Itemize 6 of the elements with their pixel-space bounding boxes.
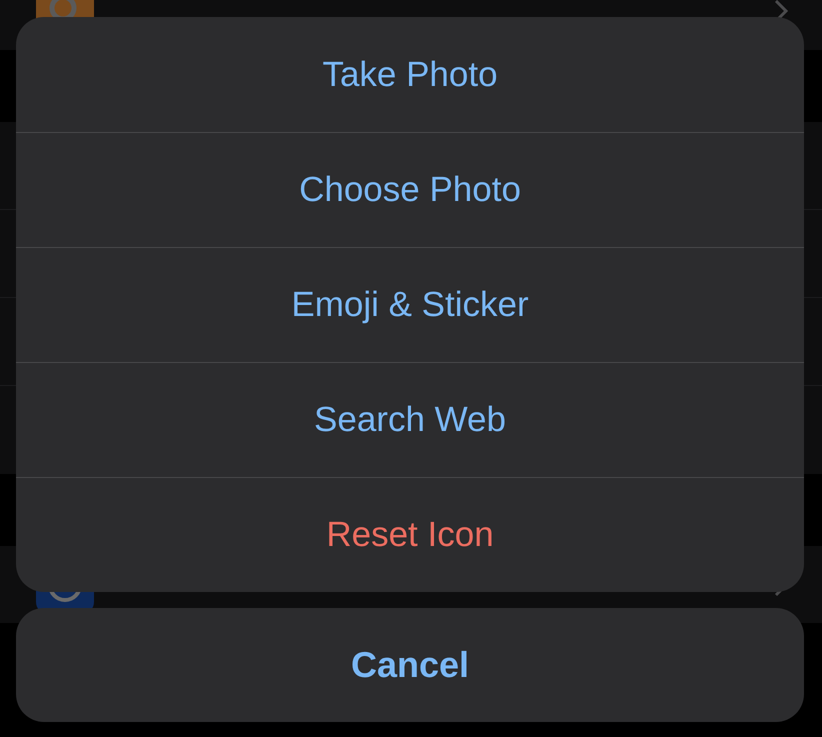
action-button[interactable]: Take Photo (16, 17, 804, 132)
action-button[interactable]: Choose Photo (16, 132, 804, 247)
action-button[interactable]: Reset Icon (16, 477, 804, 592)
cancel-button[interactable]: Cancel (16, 608, 804, 722)
action-button[interactable]: Search Web (16, 362, 804, 477)
action-button[interactable]: Emoji & Sticker (16, 247, 804, 362)
